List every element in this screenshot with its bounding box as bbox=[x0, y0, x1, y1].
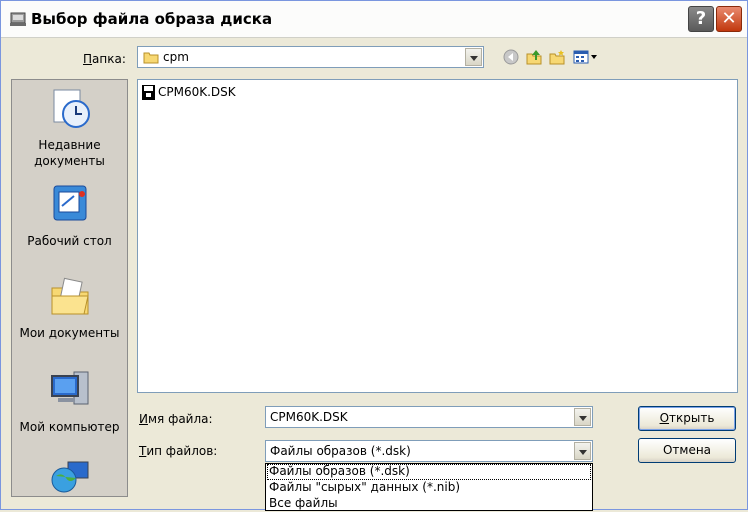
title-bar[interactable]: Выбор файла образа диска ? ✕ bbox=[1, 1, 747, 38]
place-label: Мой компьютер bbox=[19, 420, 120, 434]
filetype-combo[interactable]: Файлы образов (*.dsk) bbox=[265, 440, 593, 462]
help-icon: ? bbox=[695, 8, 707, 29]
file-name: CPM60K.DSK bbox=[158, 85, 236, 99]
recent-documents-icon bbox=[53, 89, 90, 128]
desktop-icon bbox=[53, 185, 86, 221]
disk-image-file-icon bbox=[142, 85, 155, 100]
lookin-label: Папка: bbox=[83, 52, 126, 66]
place-desktop[interactable]: Рабочий стол bbox=[12, 182, 127, 249]
chevron-down-icon[interactable] bbox=[574, 442, 591, 460]
filetype-value: Файлы образов (*.dsk) bbox=[270, 444, 411, 458]
filetype-label: Тип файлов: bbox=[139, 444, 218, 458]
lookin-combo[interactable]: cpm bbox=[137, 46, 484, 68]
folder-icon bbox=[143, 52, 159, 64]
file-list[interactable]: CPM60K.DSK bbox=[137, 79, 738, 393]
filename-input[interactable]: CPM60K.DSK bbox=[270, 410, 348, 424]
back-icon[interactable] bbox=[503, 49, 519, 65]
place-my-computer[interactable]: Мой компьютер bbox=[12, 368, 127, 435]
file-open-dialog: Выбор файла образа диска ? ✕ Папка: cpm bbox=[0, 0, 748, 511]
open-button[interactable]: Открыть bbox=[638, 406, 736, 431]
new-folder-icon[interactable] bbox=[549, 49, 565, 65]
lookin-value: cpm bbox=[163, 50, 189, 64]
network-places-icon bbox=[51, 461, 88, 493]
place-my-documents[interactable]: Мои документы bbox=[12, 274, 127, 341]
help-button[interactable]: ? bbox=[688, 6, 714, 32]
filetype-option[interactable]: Файлы образов (*.dsk) bbox=[267, 464, 591, 480]
filename-combo[interactable]: CPM60K.DSK bbox=[265, 406, 593, 428]
up-folder-icon[interactable] bbox=[526, 49, 542, 65]
dialog-title: Выбор файла образа диска bbox=[31, 10, 273, 28]
places-bar: Недавние документы Рабочий стол Мои доку… bbox=[11, 79, 128, 497]
place-network[interactable] bbox=[12, 458, 127, 496]
app-icon bbox=[10, 12, 26, 26]
close-button[interactable]: ✕ bbox=[716, 6, 742, 32]
close-icon: ✕ bbox=[721, 8, 737, 29]
my-computer-icon bbox=[50, 371, 88, 405]
my-documents-icon bbox=[51, 277, 89, 315]
place-label: Рабочий стол bbox=[27, 234, 112, 248]
chevron-down-icon[interactable] bbox=[465, 48, 482, 66]
view-menu-icon[interactable] bbox=[573, 49, 599, 65]
place-recent-documents[interactable]: Недавние документы bbox=[12, 86, 127, 169]
filetype-option[interactable]: Файлы "сырых" данных (*.nib) bbox=[267, 480, 591, 496]
place-label: Недавние документы bbox=[34, 138, 105, 168]
place-label: Мои документы bbox=[19, 326, 120, 340]
chevron-down-icon[interactable] bbox=[574, 408, 591, 426]
cancel-button[interactable]: Отмена bbox=[638, 438, 736, 463]
filename-label: Имя файла: bbox=[139, 412, 213, 426]
filetype-dropdown-list: Файлы образов (*.dsk) Файлы "сырых" данн… bbox=[265, 463, 593, 511]
